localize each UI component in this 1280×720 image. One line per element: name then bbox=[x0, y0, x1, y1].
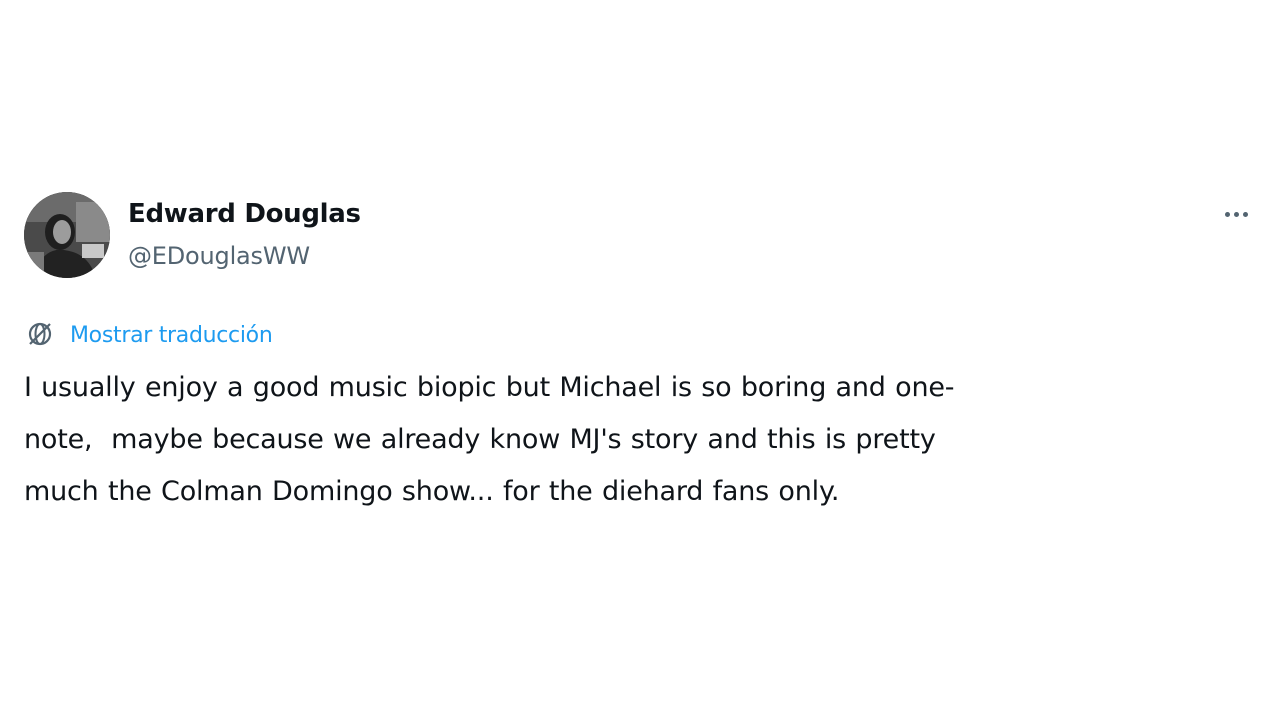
more-options-icon-dot bbox=[1233, 211, 1239, 217]
author-names: Edward Douglas @EDouglasWW bbox=[128, 198, 361, 272]
translate-link[interactable]: Mostrar traducción bbox=[24, 318, 273, 354]
page: Edward Douglas @EDouglasWW Mostrar tradu… bbox=[0, 0, 1280, 720]
tweet-text-line: much the Colman Domingo show... for the … bbox=[24, 476, 840, 507]
more-options-icon bbox=[1224, 211, 1230, 217]
more-options-icon-dot bbox=[1242, 211, 1248, 217]
display-name[interactable]: Edward Douglas bbox=[128, 198, 361, 230]
translate-label: Mostrar traducción bbox=[70, 323, 273, 348]
tweet-text-line: I usually enjoy a good music biopic but … bbox=[24, 372, 955, 403]
user-handle[interactable]: @EDouglasWW bbox=[128, 240, 361, 272]
avatar-photo bbox=[24, 192, 110, 278]
tweet-card[interactable]: Edward Douglas @EDouglasWW Mostrar tradu… bbox=[24, 190, 1256, 507]
more-options-button[interactable] bbox=[1216, 200, 1256, 228]
tweet-text: I usually enjoy a good music biopic but … bbox=[24, 362, 1184, 518]
avatar[interactable] bbox=[24, 192, 110, 278]
tweet-text-line: note, maybe because we already know MJ's… bbox=[24, 424, 936, 455]
translate-globe-icon bbox=[24, 318, 56, 354]
tweet-header: Edward Douglas @EDouglasWW bbox=[24, 190, 1256, 278]
